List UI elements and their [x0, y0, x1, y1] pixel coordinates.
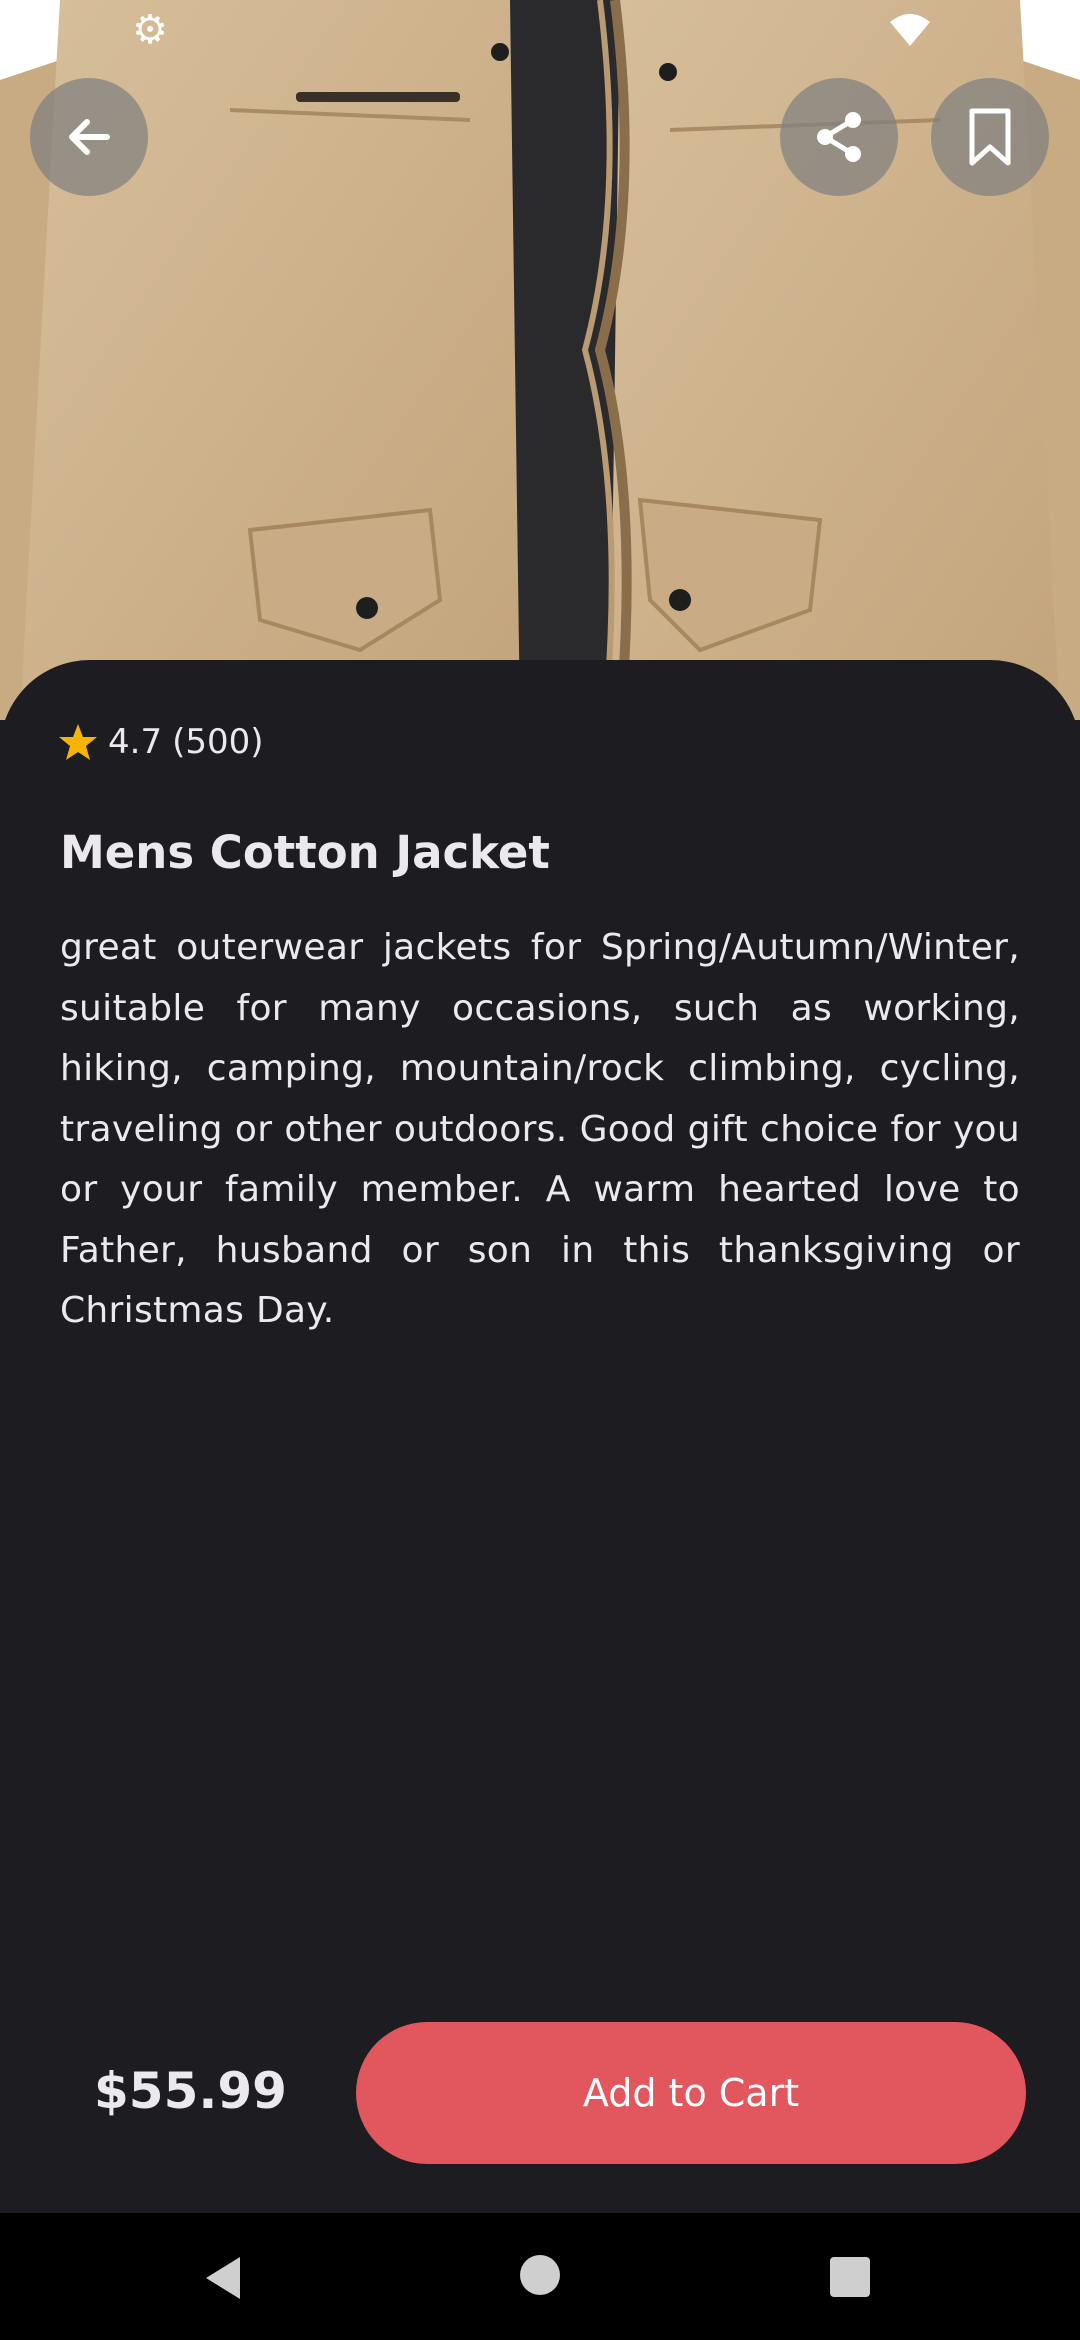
nav-back-icon[interactable] — [200, 2253, 250, 2303]
add-to-cart-label: Add to Cart — [582, 2071, 800, 2115]
back-button[interactable] — [30, 78, 148, 196]
product-title: Mens Cotton Jacket — [60, 826, 550, 879]
nav-recents-icon[interactable] — [830, 2257, 870, 2297]
product-details-sheet — [0, 660, 1080, 2213]
bookmark-icon — [969, 108, 1011, 166]
product-description: great outerwear jackets for Spring/Autum… — [60, 927, 1020, 1331]
rating-value: 4.7 — [108, 722, 163, 762]
rating: 4.7 (500) — [58, 716, 264, 768]
star-icon — [59, 724, 97, 760]
share-button[interactable] — [780, 78, 898, 196]
arrow-left-icon — [69, 119, 110, 155]
bookmark-button[interactable] — [931, 78, 1049, 196]
product-image — [0, 0, 1080, 720]
system-navigation-bar — [0, 2213, 1080, 2340]
review-count: (500) — [172, 722, 264, 762]
wifi-icon — [890, 14, 930, 46]
jacket-illustration — [0, 0, 1080, 720]
share-icon — [817, 112, 861, 162]
settings-status-icon: ⚙ — [132, 7, 168, 53]
add-to-cart-button[interactable]: Add to Cart — [356, 2022, 1026, 2164]
nav-home-icon[interactable] — [520, 2255, 560, 2295]
product-price: $55.99 — [94, 2062, 287, 2120]
